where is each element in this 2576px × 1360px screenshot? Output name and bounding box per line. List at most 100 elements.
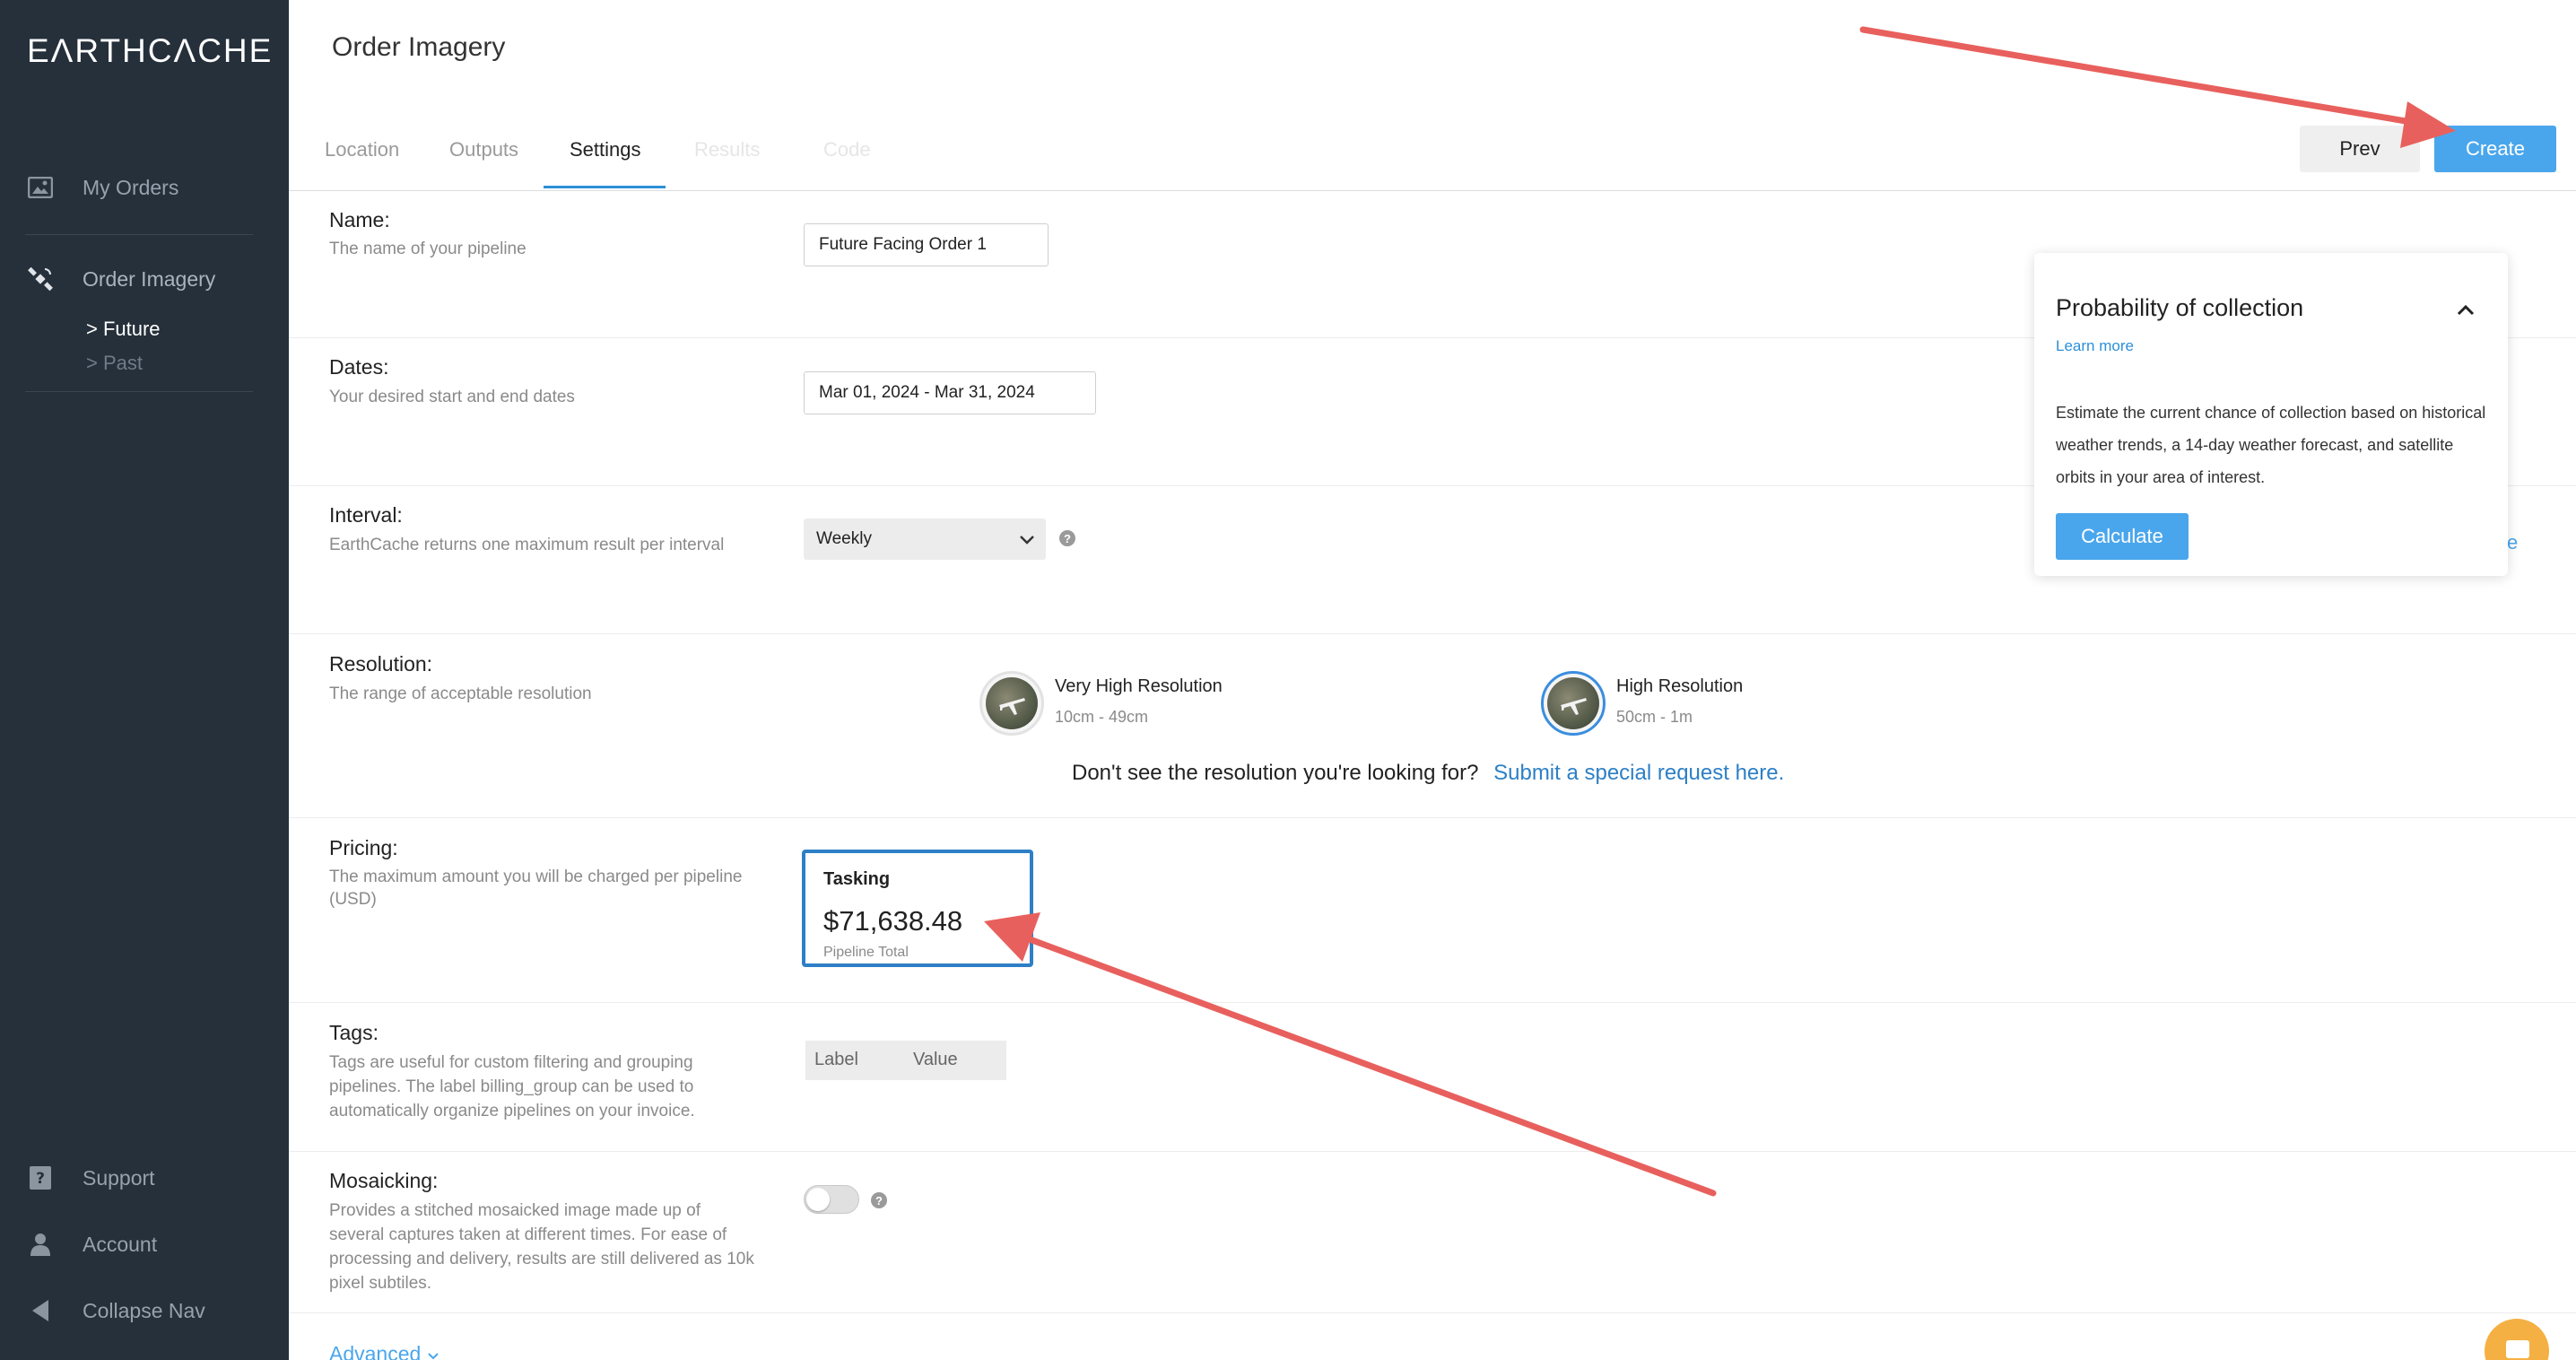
mosaicking-description-line: pixel subtiles.: [329, 1274, 432, 1293]
name-description: The name of your pipeline: [329, 240, 527, 258]
prev-button[interactable]: Prev: [2300, 126, 2420, 172]
mosaicking-toggle[interactable]: [804, 1185, 859, 1214]
tab-results: Results: [694, 138, 761, 161]
earthcache-logo: EΛRTHCΛCHE: [27, 32, 274, 69]
tags-description: Tags are useful for custom filtering and…: [329, 1051, 695, 1123]
row-divider: [289, 633, 2576, 634]
resolution-description: The range of acceptable resolution: [329, 684, 592, 703]
pricing-description-line: The maximum amount you will be charged p…: [329, 867, 743, 886]
pipeline-total-caption: Pipeline Total: [823, 945, 909, 960]
annotation-arrows: [984, 26, 2456, 1197]
sidebar-item-label: Order Imagery: [83, 266, 216, 291]
resolution-label: Resolution:: [329, 652, 433, 676]
tab-outputs[interactable]: Outputs: [449, 138, 518, 161]
sidebar-item-support[interactable]: ? Support: [25, 1163, 155, 1193]
triangle-left-icon: [25, 1295, 56, 1326]
resolution-option-title: Very High Resolution: [1055, 676, 1223, 696]
sidebar-item-collapse-nav[interactable]: Collapse Nav: [25, 1295, 205, 1326]
satellite-icon: [25, 264, 56, 294]
tags-label: Tags:: [329, 1021, 379, 1044]
mosaicking-label: Mosaicking:: [329, 1169, 439, 1192]
pricing-label: Pricing:: [329, 836, 398, 859]
advanced-label: Advanced: [329, 1342, 422, 1360]
pipeline-total-amount: $71,638.48: [823, 905, 963, 937]
resolution-option-title: High Resolution: [1616, 676, 1744, 696]
row-divider: [289, 1312, 2576, 1313]
pricing-card-tasking[interactable]: Tasking $71,638.48 Pipeline Total: [802, 850, 1033, 967]
airplane-thumbnail-icon: [1541, 671, 1606, 736]
tab-code: Code: [823, 138, 871, 161]
pricing-card-title: Tasking: [823, 869, 891, 889]
sidebar-item-label: Collapse Nav: [83, 1298, 205, 1322]
help-icon: ?: [25, 1163, 56, 1193]
sidebar-item-label: Account: [83, 1232, 158, 1256]
tab-settings[interactable]: Settings: [570, 138, 641, 161]
tags-description-line: pipelines. The label billing_group can b…: [329, 1077, 694, 1096]
user-icon: [25, 1229, 56, 1260]
resolution-request-line: Don't see the resolution you're looking …: [1072, 761, 1784, 786]
popover-description: Estimate the current chance of collectio…: [2056, 404, 2486, 486]
dates-label: Dates:: [329, 355, 389, 379]
row-divider: [289, 1151, 2576, 1152]
airplane-thumbnail-icon: [979, 671, 1044, 736]
tag-label-placeholder[interactable]: Label: [814, 1050, 858, 1070]
mosaicking-help-icon[interactable]: ?: [871, 1192, 887, 1208]
chevron-down-icon: [427, 1353, 439, 1360]
mosaicking-description-line: several captures taken at different time…: [329, 1225, 727, 1244]
header-divider: [289, 190, 2576, 191]
interval-description: EarthCache returns one maximum result pe…: [329, 536, 725, 554]
special-request-link[interactable]: Submit a special request here.: [1493, 761, 1784, 785]
svg-text:?: ?: [36, 1170, 45, 1188]
chat-icon: [2506, 1340, 2529, 1358]
resolution-request-text: Don't see the resolution you're looking …: [1072, 761, 1479, 785]
tags-description-line: automatically organize pipelines on your…: [329, 1102, 695, 1120]
name-label: Name:: [329, 208, 390, 231]
resolution-option-high[interactable]: High Resolution 50cm - 1m: [1541, 671, 1743, 736]
pipeline-name-input[interactable]: [804, 223, 1049, 266]
sidebar-subitem-past[interactable]: > Past: [86, 352, 143, 375]
row-divider: [289, 817, 2576, 818]
sidebar-item-order-imagery[interactable]: Order Imagery: [25, 264, 215, 294]
interval-help-icon[interactable]: ?: [1059, 530, 1075, 546]
popover-title: Probability of collection: [2056, 294, 2304, 321]
interval-select[interactable]: Weekly: [804, 519, 1046, 560]
chevron-up-icon[interactable]: [2456, 303, 2476, 320]
chevron-down-icon: [1019, 531, 1035, 551]
row-divider: [289, 1002, 2576, 1003]
sidebar-item-my-orders[interactable]: My Orders: [25, 172, 178, 203]
sidebar-subitem-future[interactable]: > Future: [86, 318, 161, 341]
calculate-button[interactable]: Calculate: [2056, 513, 2189, 560]
resolution-option-very-high[interactable]: Very High Resolution 10cm - 49cm: [979, 671, 1223, 736]
sidebar-item-account[interactable]: Account: [25, 1229, 157, 1260]
tab-location[interactable]: Location: [325, 138, 399, 161]
mosaicking-description-line: Provides a stitched mosaicked image made…: [329, 1201, 701, 1220]
create-button[interactable]: Create: [2434, 126, 2556, 172]
sidebar: EΛRTHCΛCHE My Orders Order Imagery > Fut…: [0, 0, 289, 1360]
sidebar-item-label: My Orders: [83, 175, 179, 199]
page-title: Order Imagery: [332, 32, 506, 62]
advanced-toggle[interactable]: Advanced: [329, 1342, 439, 1360]
active-tab-indicator: [544, 186, 666, 188]
chat-launcher-button[interactable]: [2485, 1319, 2549, 1360]
resolution-option-range: 10cm - 49cm: [1055, 708, 1149, 726]
date-range-input[interactable]: Mar 01, 2024 - Mar 31, 2024: [804, 371, 1096, 414]
tag-value-placeholder[interactable]: Value: [913, 1050, 958, 1070]
mosaicking-description: Provides a stitched mosaicked image made…: [329, 1199, 754, 1295]
image-icon: [25, 172, 56, 203]
interval-selected-value: Weekly: [816, 529, 872, 548]
dates-description: Your desired start and end dates: [329, 388, 575, 406]
toggle-knob: [806, 1188, 830, 1211]
tags-description-line: Tags are useful for custom filtering and…: [329, 1053, 693, 1072]
sidebar-divider: [25, 234, 253, 235]
mosaicking-description-line: processing and delivery, results are sti…: [329, 1250, 754, 1268]
app-window: EΛRTHCΛCHE My Orders Order Imagery > Fut…: [0, 0, 2576, 1360]
pricing-description-line: (USD): [329, 890, 377, 909]
learn-more-link[interactable]: Learn more: [2056, 337, 2134, 355]
interval-label: Interval:: [329, 503, 403, 527]
tags-input[interactable]: Label Value: [805, 1041, 1006, 1080]
sidebar-item-label: Support: [83, 1165, 155, 1190]
resolution-option-range: 50cm - 1m: [1616, 708, 1693, 726]
pricing-description: The maximum amount you will be charged p…: [329, 865, 742, 911]
probability-popover: Probability of collection Learn more Est…: [2034, 253, 2508, 576]
sidebar-divider: [25, 391, 253, 392]
